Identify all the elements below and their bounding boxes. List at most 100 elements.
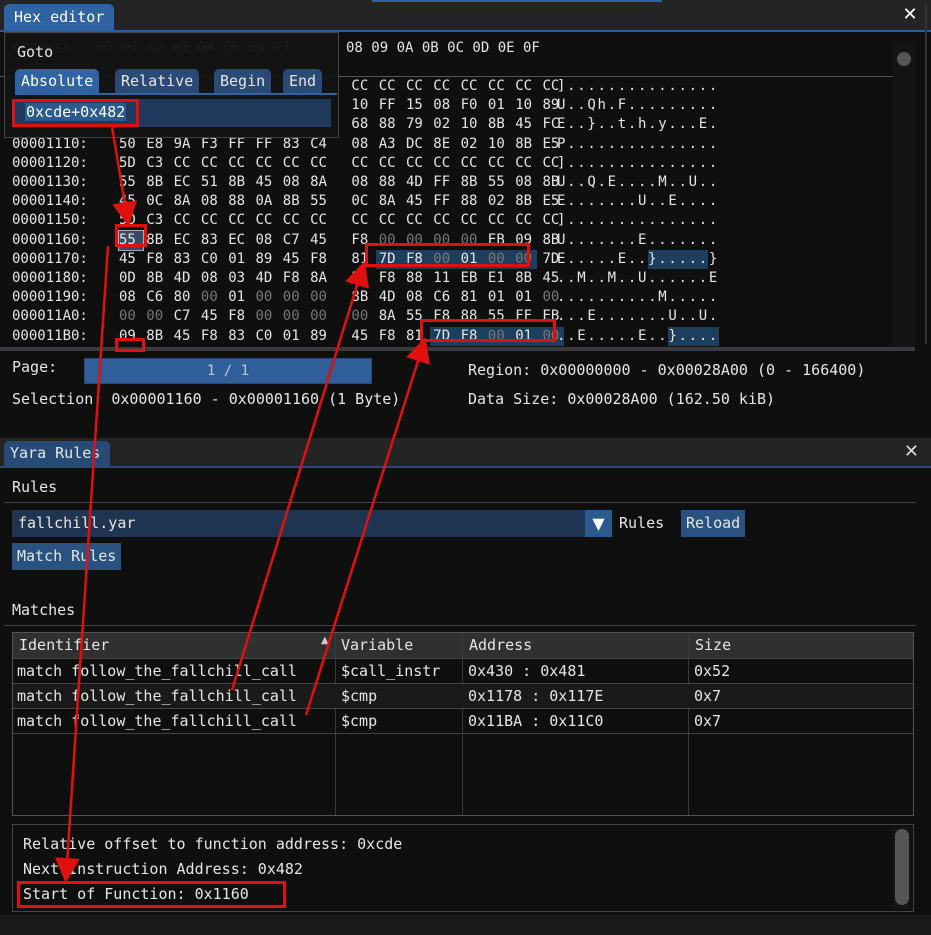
hex-byte[interactable]: 00 xyxy=(310,288,334,307)
hex-scrollbar[interactable] xyxy=(893,42,915,347)
hex-byte[interactable]: 0C xyxy=(351,192,375,211)
tab-absolute[interactable]: Absolute xyxy=(15,69,100,93)
hex-byte[interactable]: 88 xyxy=(461,307,485,326)
hex-byte[interactable]: C0 xyxy=(256,327,280,346)
hex-byte[interactable]: 08 xyxy=(119,288,143,307)
hex-byte[interactable]: CC xyxy=(174,154,198,173)
hex-byte[interactable]: 7D xyxy=(379,250,403,269)
hex-row-ascii[interactable]: ]............... xyxy=(557,77,719,96)
hex-row-ascii[interactable]: ..E.....E..}.... xyxy=(557,327,719,346)
hex-byte[interactable]: 8B xyxy=(228,173,252,192)
hex-byte[interactable]: 02 xyxy=(488,192,512,211)
hex-byte[interactable]: 01 xyxy=(228,250,252,269)
hex-row-ascii[interactable]: E..}..t.h.y...E. xyxy=(557,115,719,134)
hex-byte[interactable]: 88 xyxy=(461,192,485,211)
yara-rules-tab[interactable]: Yara Rules xyxy=(4,441,111,466)
hex-byte[interactable]: 08 xyxy=(201,192,225,211)
hex-byte[interactable]: CC xyxy=(351,154,375,173)
hex-byte[interactable]: 08 xyxy=(283,173,307,192)
hex-byte[interactable]: F8 xyxy=(283,269,307,288)
hex-byte[interactable]: 8A xyxy=(379,307,403,326)
hex-byte[interactable]: F8 xyxy=(379,327,403,346)
hex-byte[interactable]: 8A xyxy=(379,192,403,211)
hex-byte[interactable]: 51 xyxy=(201,173,225,192)
hex-byte[interactable]: 09 xyxy=(515,231,539,250)
hex-byte[interactable]: DC xyxy=(406,135,430,154)
hex-byte[interactable]: 11 xyxy=(433,269,457,288)
hex-byte[interactable]: 00 xyxy=(488,250,512,269)
hex-byte[interactable]: C6 xyxy=(433,288,457,307)
hex-byte[interactable]: 02 xyxy=(461,135,485,154)
hex-byte[interactable]: 83 xyxy=(228,327,252,346)
hex-byte[interactable]: 8B xyxy=(146,269,170,288)
hex-byte[interactable]: 88 xyxy=(379,173,403,192)
table-row[interactable]: match follow_the_fallchill_call $cmp 0x1… xyxy=(13,683,913,709)
hex-byte[interactable]: 00 xyxy=(461,231,485,250)
hex-byte[interactable]: 02 xyxy=(433,115,457,134)
hex-byte[interactable]: 55 xyxy=(351,269,375,288)
hex-row-ascii[interactable]: P............... xyxy=(557,135,719,154)
hex-row[interactable]: 00001190: 08 C6 80 00 01 00 00 00 8B 4D 08 C6 81 01 01 0… xyxy=(12,288,892,307)
hex-byte[interactable]: 15 xyxy=(406,96,430,115)
hex-byte[interactable]: EC xyxy=(174,173,198,192)
hex-byte[interactable]: 8A xyxy=(310,269,334,288)
hex-byte[interactable]: 01 xyxy=(228,288,252,307)
hex-byte[interactable]: 55 xyxy=(406,307,430,326)
hex-byte[interactable]: CC xyxy=(406,211,430,230)
hex-byte[interactable]: 7D xyxy=(433,327,457,346)
hex-byte[interactable]: 8B xyxy=(351,288,375,307)
table-row[interactable]: match follow_the_fallchill_call $call_in… xyxy=(13,658,913,684)
hex-byte[interactable]: 81 xyxy=(351,250,375,269)
hex-row-ascii[interactable]: ]............... xyxy=(557,154,719,173)
hex-byte[interactable]: 55 xyxy=(119,173,143,192)
hex-byte[interactable]: 01 xyxy=(515,288,539,307)
hex-byte[interactable]: 0C xyxy=(146,192,170,211)
hex-byte[interactable]: 00 xyxy=(433,231,457,250)
hex-byte[interactable]: 00 xyxy=(256,288,280,307)
hex-byte[interactable]: A3 xyxy=(379,135,403,154)
hex-byte[interactable]: 45 xyxy=(256,173,280,192)
hex-byte[interactable]: 55 xyxy=(118,229,144,251)
hex-byte[interactable]: 00 xyxy=(379,231,403,250)
hex-byte[interactable]: 89 xyxy=(256,250,280,269)
hex-byte[interactable]: 83 xyxy=(174,250,198,269)
hex-byte[interactable]: 45 xyxy=(283,250,307,269)
hex-byte[interactable]: 00 xyxy=(515,250,539,269)
hex-row-ascii[interactable]: ..........M..... xyxy=(557,288,719,307)
hex-byte[interactable]: 45 xyxy=(351,327,375,346)
hex-byte[interactable]: 45 xyxy=(201,307,225,326)
hex-row-ascii[interactable]: ..M..M..U......E xyxy=(557,269,719,288)
hex-byte[interactable]: 68 xyxy=(351,115,375,134)
hex-byte[interactable]: 8E xyxy=(433,135,457,154)
hex-byte[interactable]: FF xyxy=(515,307,539,326)
hex-byte[interactable]: F8 xyxy=(146,250,170,269)
hex-byte[interactable]: 89 xyxy=(310,327,334,346)
tab-relative[interactable]: Relative xyxy=(115,69,200,93)
hex-byte[interactable]: 5D xyxy=(119,154,143,173)
column-header-variable[interactable]: Variable xyxy=(335,633,457,658)
hex-byte[interactable]: 08 xyxy=(351,135,375,154)
hex-byte[interactable]: 00 xyxy=(283,307,307,326)
hex-byte[interactable]: 00 xyxy=(351,307,375,326)
hex-byte[interactable]: F8 xyxy=(406,250,430,269)
goto-address-input[interactable]: 0xcde+0x482 xyxy=(15,99,331,127)
hex-byte[interactable]: 00 xyxy=(433,250,457,269)
hex-byte[interactable]: F8 xyxy=(461,327,485,346)
hex-byte[interactable]: CC xyxy=(283,211,307,230)
hex-byte[interactable]: 88 xyxy=(406,269,430,288)
hex-byte[interactable]: 55 xyxy=(310,192,334,211)
hex-byte[interactable]: CC xyxy=(201,211,225,230)
hex-row[interactable]: 000011A0: 00 00 C7 45 F8 00 00 00 00 8A 55 F8 88 55 FF E… xyxy=(12,307,892,326)
tab-begin[interactable]: Begin xyxy=(214,69,272,93)
hex-byte[interactable]: 8B xyxy=(461,173,485,192)
hex-byte[interactable]: C0 xyxy=(201,250,225,269)
hex-row-ascii[interactable]: ]............... xyxy=(557,211,719,230)
hex-byte[interactable]: 4D xyxy=(256,269,280,288)
hex-byte[interactable]: 8B xyxy=(146,327,170,346)
hex-byte[interactable]: 00 xyxy=(283,288,307,307)
hex-byte[interactable]: CC xyxy=(461,77,485,96)
rule-file-select[interactable]: fallchill.yar ▼ xyxy=(12,510,612,537)
hex-byte[interactable]: F0 xyxy=(461,96,485,115)
hex-byte[interactable]: 4D xyxy=(379,288,403,307)
hex-byte[interactable]: 10 xyxy=(461,115,485,134)
